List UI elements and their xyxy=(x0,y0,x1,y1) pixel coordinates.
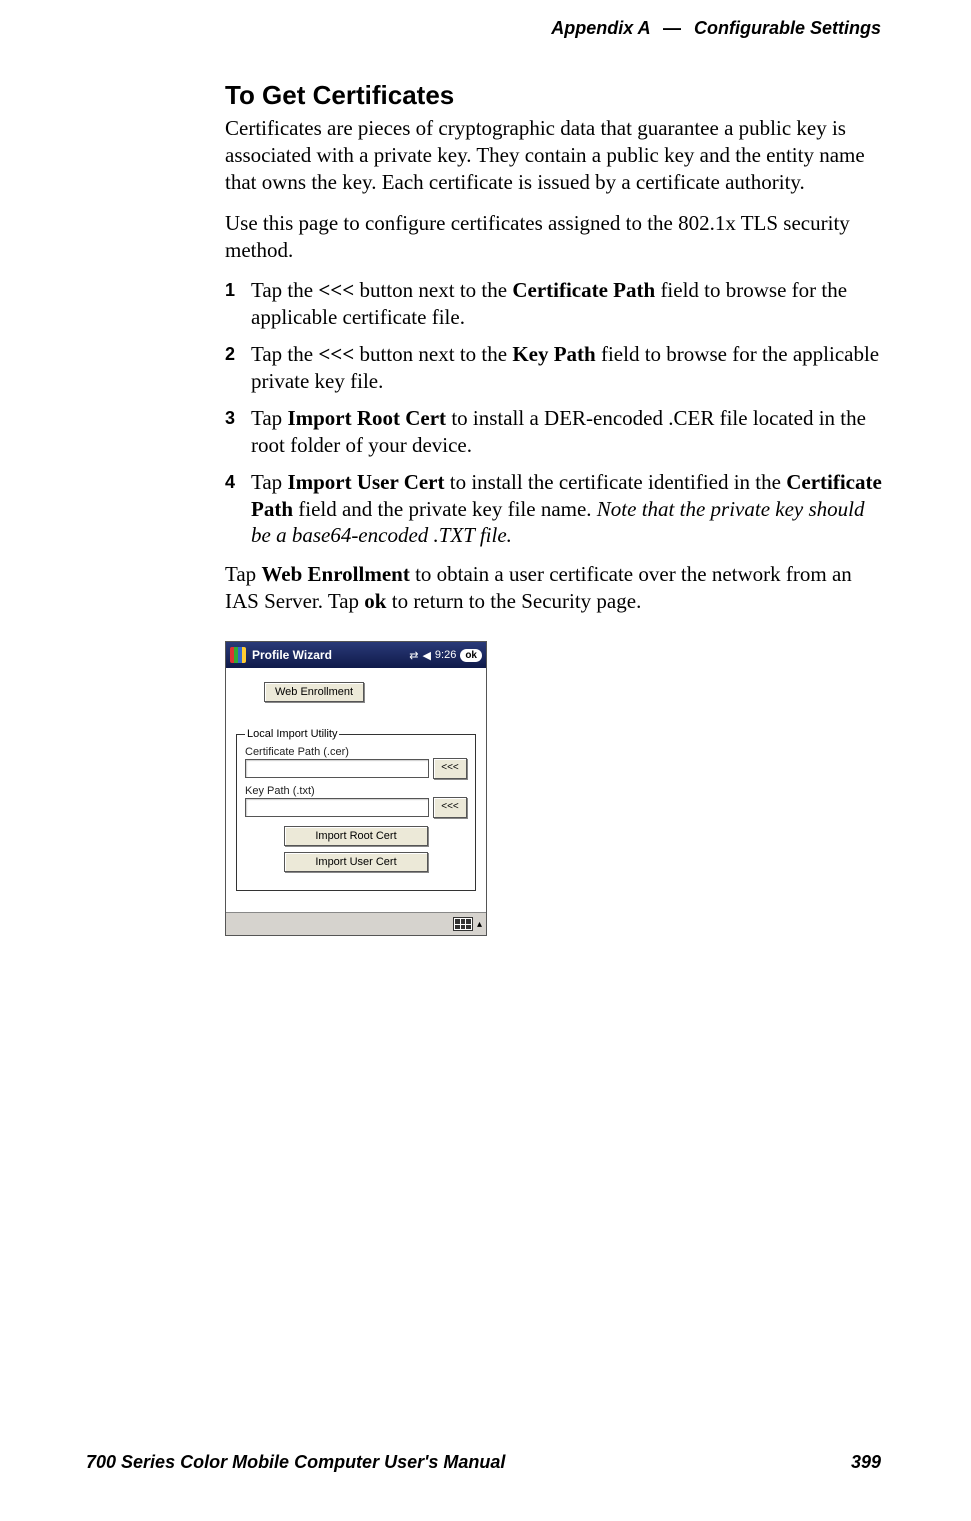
clock-text: 9:26 xyxy=(435,649,456,661)
pda-footer: ▴ xyxy=(226,912,486,935)
step-text: Tap Import Root Cert to install a DER-en… xyxy=(251,406,866,457)
step-2: 2 Tap the <<< button next to the Key Pat… xyxy=(225,341,885,395)
step-text: Tap the <<< button next to the Key Path … xyxy=(251,342,879,393)
intro-paragraph-1: Certificates are pieces of cryptographic… xyxy=(225,115,885,196)
step-text: Tap the <<< button next to the Certifica… xyxy=(251,278,847,329)
key-path-input[interactable] xyxy=(245,798,429,817)
intro-paragraph-2: Use this page to configure certificates … xyxy=(225,210,885,264)
step-1: 1 Tap the <<< button next to the Certifi… xyxy=(225,277,885,331)
step-number: 3 xyxy=(225,407,235,430)
header-separator: — xyxy=(663,18,681,38)
pda-titlebar: Profile Wizard ⇄ ◀︎ 9:26 ok xyxy=(226,642,486,668)
cert-path-row: Certificate Path (.cer) <<< xyxy=(245,746,467,779)
pda-top-row: Web Enrollment xyxy=(236,682,476,702)
appendix-label: Appendix A xyxy=(551,18,650,38)
key-path-row: Key Path (.txt) <<< xyxy=(245,785,467,818)
step-text: Tap Import User Cert to install the cert… xyxy=(251,470,882,548)
main-content: To Get Certificates Certificates are pie… xyxy=(225,80,885,936)
manual-title: 700 Series Color Mobile Computer User's … xyxy=(86,1452,505,1473)
windows-flag-icon xyxy=(230,647,246,663)
page-footer: 700 Series Color Mobile Computer User's … xyxy=(86,1452,881,1473)
pda-body: Web Enrollment Local Import Utility Cert… xyxy=(226,668,486,912)
steps-list: 1 Tap the <<< button next to the Certifi… xyxy=(225,277,885,549)
cert-path-label: Certificate Path (.cer) xyxy=(245,746,467,758)
step-number: 1 xyxy=(225,279,235,302)
key-path-browse-button[interactable]: <<< xyxy=(433,797,467,818)
step-number: 2 xyxy=(225,343,235,366)
section-title: To Get Certificates xyxy=(225,80,885,111)
web-enrollment-button[interactable]: Web Enrollment xyxy=(264,682,364,702)
up-arrow-icon[interactable]: ▴ xyxy=(477,919,482,930)
fieldset-legend: Local Import Utility xyxy=(245,728,339,740)
import-root-cert-button[interactable]: Import Root Cert xyxy=(284,826,428,846)
step-3: 3 Tap Import Root Cert to install a DER-… xyxy=(225,405,885,459)
step-4: 4 Tap Import User Cert to install the ce… xyxy=(225,469,885,550)
header-section: Configurable Settings xyxy=(694,18,881,38)
document-page: Appendix A — Configurable Settings To Ge… xyxy=(0,0,971,1521)
connectivity-icon: ⇄ xyxy=(409,649,418,662)
cert-path-input[interactable] xyxy=(245,759,429,778)
key-path-label: Key Path (.txt) xyxy=(245,785,467,797)
pda-screenshot: Profile Wizard ⇄ ◀︎ 9:26 ok Web Enrollme… xyxy=(225,641,487,936)
pda-system-tray: ⇄ ◀︎ 9:26 ok xyxy=(409,649,482,662)
pda-window-title: Profile Wizard xyxy=(252,648,403,662)
import-buttons: Import Root Cert Import User Cert xyxy=(245,826,467,878)
page-number: 399 xyxy=(851,1452,881,1473)
cert-path-browse-button[interactable]: <<< xyxy=(433,758,467,779)
closing-paragraph: Tap Web Enrollment to obtain a user cert… xyxy=(225,561,885,615)
keyboard-icon[interactable] xyxy=(453,917,473,931)
speaker-icon: ◀︎ xyxy=(422,649,430,662)
local-import-fieldset: Local Import Utility Certificate Path (.… xyxy=(236,728,476,891)
ok-button[interactable]: ok xyxy=(460,649,482,662)
import-user-cert-button[interactable]: Import User Cert xyxy=(284,852,428,872)
running-header: Appendix A — Configurable Settings xyxy=(551,18,881,39)
step-number: 4 xyxy=(225,471,235,494)
